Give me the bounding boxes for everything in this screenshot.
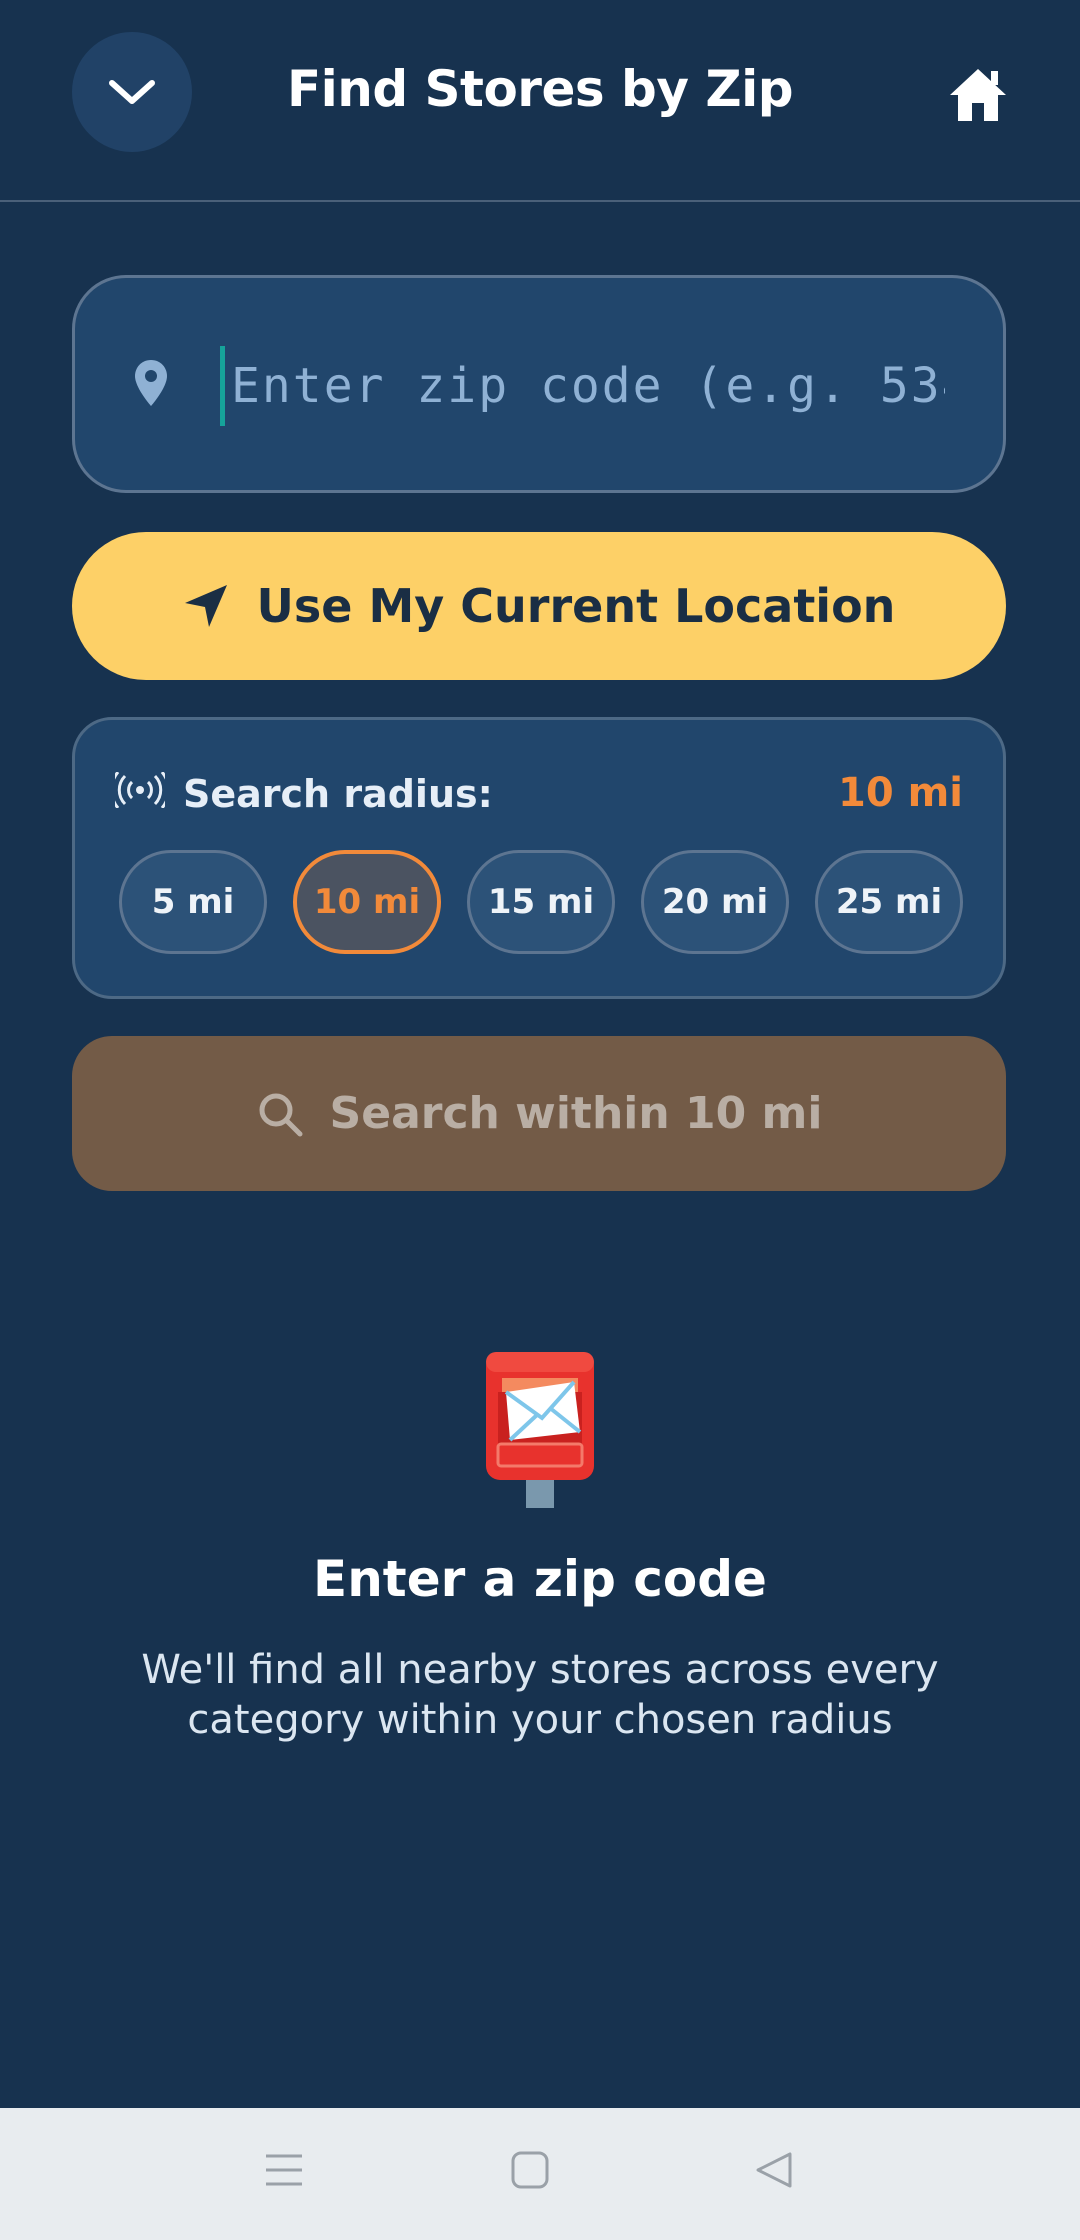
radius-chip-5[interactable]: 5 mi xyxy=(119,850,267,954)
search-radius-label: Search radius: xyxy=(183,772,493,816)
home-button[interactable] xyxy=(940,58,1016,130)
home-square-icon[interactable] xyxy=(510,2150,550,2190)
use-current-location-button[interactable]: Use My Current Location xyxy=(72,532,1006,680)
menu-icon[interactable] xyxy=(264,2150,304,2190)
broadcast-icon xyxy=(115,772,165,808)
search-icon xyxy=(259,1093,303,1136)
radius-chip-25[interactable]: 25 mi xyxy=(815,850,963,954)
radius-chip-10[interactable]: 10 mi xyxy=(293,850,441,954)
location-pin-icon xyxy=(135,360,167,406)
back-triangle-icon[interactable] xyxy=(754,2150,794,2190)
radius-chip-15[interactable]: 15 mi xyxy=(467,850,615,954)
radius-chip-20[interactable]: 20 mi xyxy=(641,850,789,954)
zip-input[interactable] xyxy=(220,346,945,426)
home-icon xyxy=(950,69,1006,121)
search-button[interactable]: Search within 10 mi xyxy=(72,1036,1006,1191)
radius-options: 5 mi 10 mi 15 mi 20 mi 25 mi xyxy=(119,850,963,954)
search-radius-value: 10 mi xyxy=(838,770,963,816)
zip-input-container[interactable] xyxy=(72,275,1006,493)
empty-state-description: We'll find all nearby stores across ever… xyxy=(141,1647,939,1743)
empty-state-title: Enter a zip code xyxy=(313,1550,767,1608)
navigation-arrow-icon xyxy=(184,585,227,627)
page-title: Find Stores by Zip xyxy=(286,60,794,118)
app-header: Find Stores by Zip xyxy=(0,0,1080,202)
use-current-location-label: Use My Current Location xyxy=(256,579,896,633)
system-navigation-bar xyxy=(0,2108,1080,2240)
search-button-label: Search within 10 mi xyxy=(329,1088,823,1139)
search-radius-card: Search radius: 10 mi 5 mi 10 mi 15 mi 20… xyxy=(72,717,1006,999)
postbox-icon xyxy=(486,1352,594,1508)
